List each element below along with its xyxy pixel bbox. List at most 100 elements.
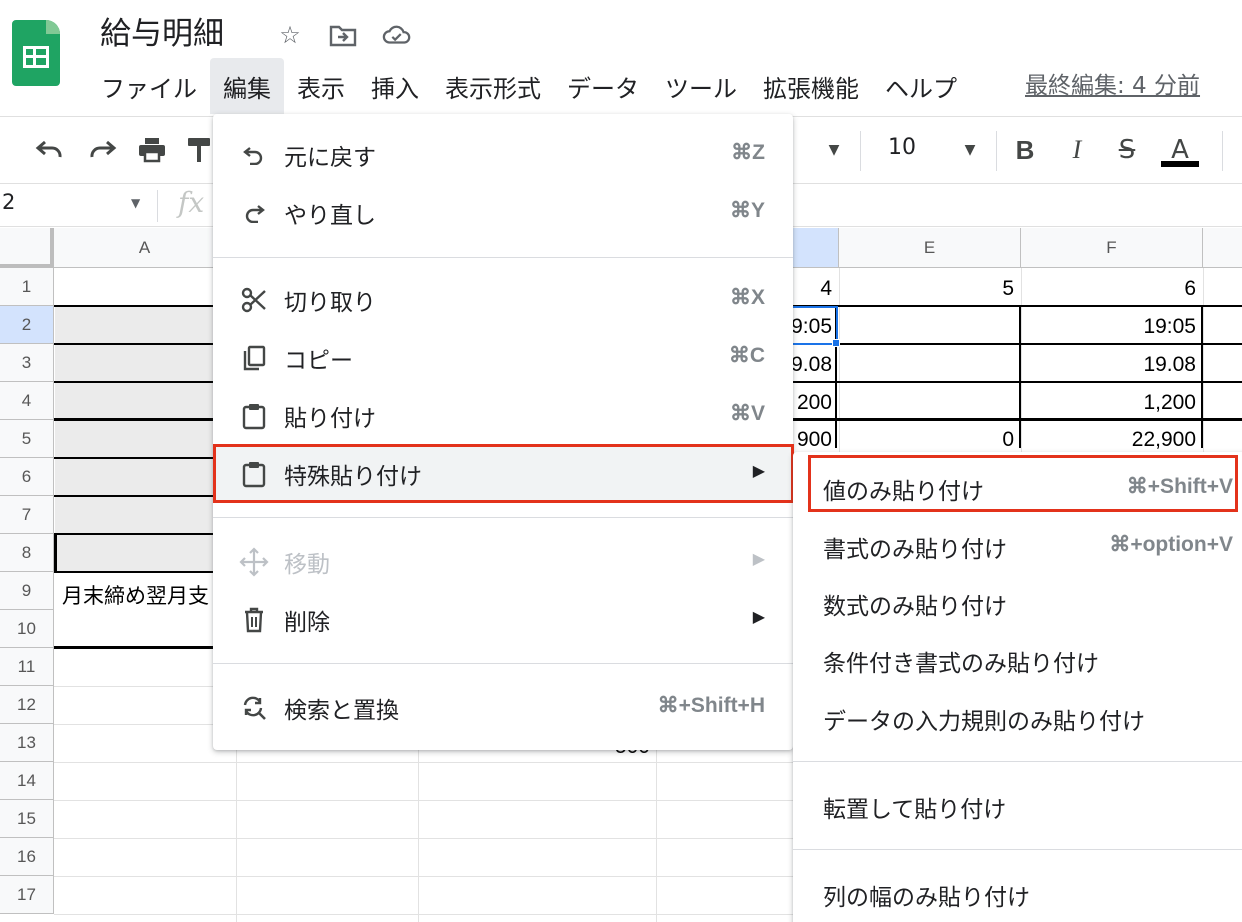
menu-item-label: 移動 (284, 552, 330, 578)
row-header[interactable]: 11 (0, 648, 54, 686)
row-header[interactable]: 3 (0, 344, 54, 382)
menu-item-paste[interactable]: 貼り付け ⌘V (213, 387, 793, 445)
italic-button[interactable]: I (1062, 131, 1092, 169)
sheets-logo-icon[interactable] (12, 20, 60, 86)
print-icon[interactable] (134, 131, 170, 169)
menu-item-copy[interactable]: コピー ⌘C (213, 329, 793, 387)
cloud-saved-icon[interactable] (382, 18, 412, 52)
clipboard-icon (237, 457, 271, 491)
redo-icon (237, 196, 271, 230)
cell-e5[interactable]: 0 (900, 428, 1014, 452)
strikethrough-button[interactable]: S (1112, 131, 1142, 169)
submenu-arrow-icon: ▶ (752, 461, 765, 480)
cell-f4[interactable]: 1,200 (1060, 391, 1196, 415)
menu-item-paste-data-validation-only[interactable]: データの入力規則のみ貼り付け (793, 688, 1242, 746)
menu-item-undo[interactable]: 元に戻す ⌘Z (213, 126, 793, 184)
menu-data[interactable]: データ (554, 58, 652, 114)
row-header[interactable]: 5 (0, 420, 54, 458)
menu-item-label: 貼り付け (284, 406, 376, 432)
cell-a9[interactable]: 月末締め翌月支 (62, 580, 209, 610)
column-header-g[interactable] (1203, 228, 1242, 268)
column-header-a[interactable]: A (54, 228, 236, 268)
menu-item-label: コピー (284, 348, 353, 374)
menu-separator (213, 257, 793, 258)
menu-separator (213, 517, 793, 518)
row-header[interactable]: 10 (0, 610, 54, 648)
menu-item-paste-format-only[interactable]: 書式のみ貼り付け ⌘+option+V (793, 516, 1242, 574)
menu-view[interactable]: 表示 (284, 58, 358, 114)
menu-item-paste-conditional-format-only[interactable]: 条件付き書式のみ貼り付け (793, 630, 1242, 688)
shortcut-label: ⌘V (729, 402, 765, 425)
move-arrows-icon (237, 545, 271, 579)
column-header-e[interactable]: E (839, 228, 1021, 268)
star-icon[interactable]: ☆ (275, 18, 305, 52)
menu-edit[interactable]: 編集 (210, 58, 284, 114)
row-header[interactable]: 16 (0, 838, 54, 876)
row-header[interactable]: 17 (0, 876, 54, 914)
font-size-select[interactable]: 10 (888, 135, 916, 160)
menu-item-cut[interactable]: 切り取り ⌘X (213, 271, 793, 329)
redo-icon[interactable] (84, 131, 120, 169)
submenu-arrow-icon: ▶ (752, 607, 765, 626)
menu-insert[interactable]: 挿入 (358, 58, 432, 114)
menu-separator (793, 849, 1242, 850)
font-dropdown-arrow-icon[interactable]: ▼ (824, 131, 844, 169)
text-color-swatch (1161, 161, 1199, 167)
table-border (1019, 306, 1021, 448)
menu-tools[interactable]: ツール (652, 58, 750, 114)
undo-icon (237, 138, 271, 172)
row-header[interactable]: 2 (0, 306, 54, 344)
table-border (54, 534, 57, 572)
cell-f3[interactable]: 19.08 (1060, 353, 1196, 377)
menu-extensions[interactable]: 拡張機能 (750, 58, 872, 114)
document-title[interactable]: 給与明細 (100, 14, 224, 54)
menu-bar: ファイル 編集 表示 挿入 表示形式 データ ツール 拡張機能 ヘルプ (88, 58, 970, 114)
cell-f1[interactable]: 6 (1080, 277, 1196, 301)
menu-item-delete[interactable]: 削除 ▶ (213, 591, 793, 649)
table-border (793, 381, 1242, 383)
table-border (54, 533, 236, 535)
select-all-corner[interactable] (0, 228, 54, 268)
row-header[interactable]: 8 (0, 534, 54, 572)
menu-item-paste-special[interactable]: 特殊貼り付け ▶ (213, 445, 793, 503)
last-edit-link[interactable]: 最終編集: 4 分前 (1025, 66, 1200, 100)
menu-item-paste-values-only[interactable]: 値のみ貼り付け ⌘+Shift+V (793, 458, 1242, 516)
menu-item-paste-formula-only[interactable]: 数式のみ貼り付け (793, 573, 1242, 631)
bold-button[interactable]: B (1010, 131, 1040, 169)
menu-help[interactable]: ヘルプ (872, 58, 970, 114)
menu-item-find-replace[interactable]: 検索と置換 ⌘+Shift+H (213, 679, 793, 737)
menu-item-redo[interactable]: やり直し ⌘Y (213, 184, 793, 242)
app-header: 給与明細 ☆ ファイル 編集 表示 挿入 表示形式 データ ツール 拡張機能 ヘ… (0, 0, 1242, 114)
undo-icon[interactable] (32, 131, 68, 169)
row-header[interactable]: 1 (0, 268, 54, 306)
column-header-f[interactable]: F (1021, 228, 1203, 268)
row-header[interactable]: 9 (0, 572, 54, 610)
row-header[interactable]: 7 (0, 496, 54, 534)
name-box[interactable]: 2 (2, 190, 15, 214)
row-header[interactable]: 4 (0, 382, 54, 420)
move-folder-icon[interactable] (328, 18, 358, 52)
find-replace-icon (237, 691, 271, 725)
clipboard-icon (237, 399, 271, 433)
paint-format-icon[interactable] (186, 131, 212, 169)
menu-item-label: 特殊貼り付け (284, 464, 422, 490)
name-box-dropdown-icon[interactable]: ▼ (131, 196, 140, 210)
cell-f5[interactable]: 22,900 (1060, 428, 1196, 452)
toolbar-divider (860, 131, 861, 171)
menu-file[interactable]: ファイル (88, 58, 210, 114)
row-header[interactable]: 12 (0, 686, 54, 724)
row-header[interactable]: 15 (0, 800, 54, 838)
cell-e1[interactable]: 5 (900, 277, 1014, 301)
cell-f2[interactable]: 19:05 (1060, 315, 1196, 339)
fill-handle[interactable] (832, 339, 840, 347)
shortcut-label: ⌘+option+V (1109, 533, 1233, 556)
menu-item-paste-transpose[interactable]: 転置して貼り付け (793, 776, 1242, 834)
font-size-dropdown-arrow-icon[interactable]: ▼ (960, 131, 980, 169)
menu-item-label: 値のみ貼り付け (823, 479, 984, 505)
menu-item-paste-column-width-only[interactable]: 列の幅のみ貼り付け (793, 864, 1242, 922)
table-border (54, 457, 236, 459)
row-header[interactable]: 14 (0, 762, 54, 800)
row-header[interactable]: 13 (0, 724, 54, 762)
menu-format[interactable]: 表示形式 (432, 58, 554, 114)
row-header[interactable]: 6 (0, 458, 54, 496)
